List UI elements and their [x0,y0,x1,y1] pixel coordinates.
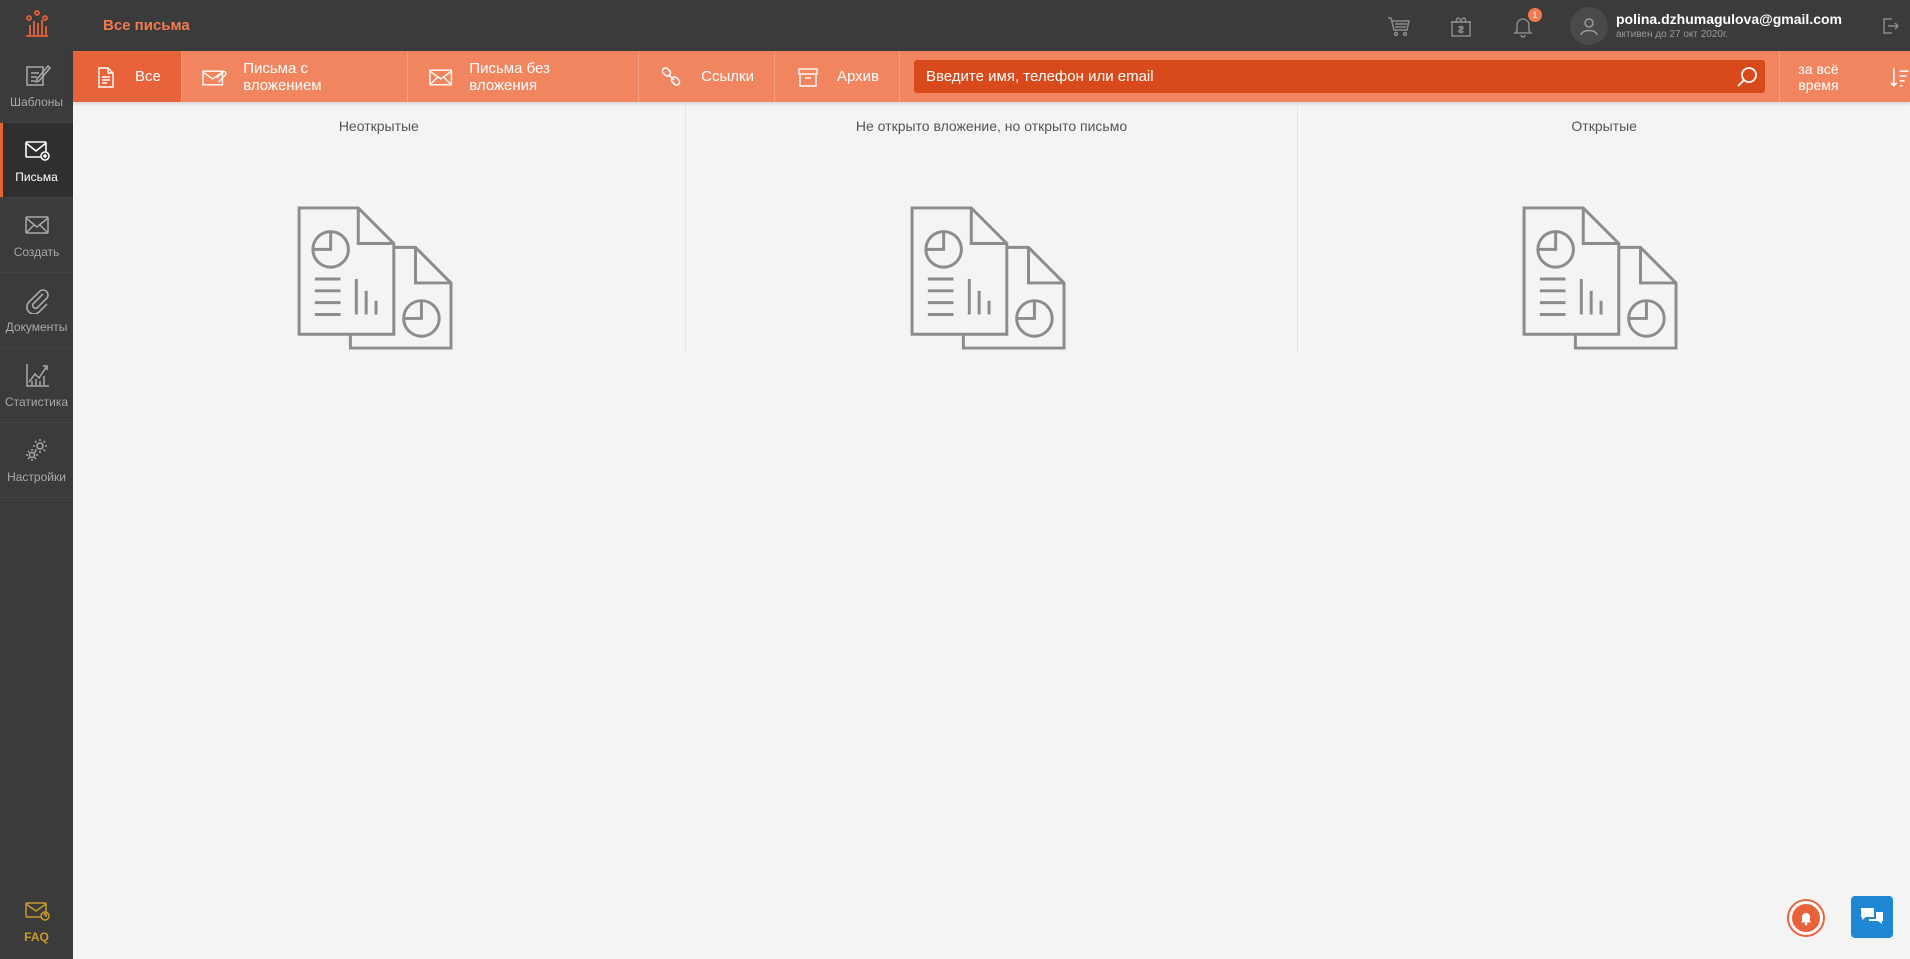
search-input[interactable] [925,68,1730,85]
cart-button[interactable] [1368,0,1430,51]
tab-with-attachment[interactable]: Письма с вложением [182,51,408,102]
logout-button[interactable] [1870,0,1910,51]
edit-template-icon [25,64,51,86]
gear-icon [25,439,47,461]
search-box [913,60,1766,93]
filter-bar: Все Письма с вложением Письма без вложен… [73,51,1910,102]
chat-icon [1861,908,1883,924]
mail-attachment-icon [202,69,227,85]
tab-links[interactable]: Ссылки [639,51,775,102]
link-icon [661,66,681,86]
letter-status-columns: Неоткрытые Не открыто вложение, но откры… [73,102,1910,352]
period-label: за всё время [1798,60,1839,93]
sidebar: Шаблоны Письма Создать Документы Статист… [0,0,73,959]
avatar[interactable] [1569,6,1608,45]
bell-icon [1801,913,1811,926]
tab-without-attachment[interactable]: Письма без вложения [408,51,640,102]
page-title: Все письма [103,17,190,34]
sidebar-item-statistics[interactable]: Статистика [0,348,73,423]
tab-archive[interactable]: Архив [775,51,900,102]
envelope-icon [24,216,49,234]
sidebar-item-label: Документы [5,320,68,334]
tab-label: Письма с вложением [243,59,322,94]
cart-icon [1387,16,1410,36]
envelope-icon [429,68,453,85]
user-info[interactable]: polina.dzhumagulova@gmail.com активен до… [1616,11,1842,40]
sidebar-item-label: Создать [13,245,60,259]
user-email: polina.dzhumagulova@gmail.com [1615,11,1842,27]
push-notification-button[interactable] [1789,901,1823,935]
faq-label: FAQ [24,930,49,944]
document-icon [98,66,114,88]
column-opened-letter: Не открыто вложение, но открыто письмо [686,102,1299,352]
sidebar-item-label: Письма [15,170,58,184]
sidebar-item-settings[interactable]: Настройки [0,423,73,498]
gift-icon [1450,16,1471,37]
mail-icon [24,141,50,161]
sidebar-item-label: Настройки [7,470,66,484]
sidebar-item-faq[interactable]: FAQ [0,884,73,959]
sidebar-item-label: Шаблоны [9,95,64,109]
user-icon [1580,17,1598,35]
notifications-button[interactable]: 1 [1492,0,1554,51]
chat-button[interactable] [1851,896,1893,938]
search-button[interactable] [1729,60,1765,93]
sidebar-item-templates[interactable]: Шаблоны [0,48,73,123]
search-icon [1737,66,1758,87]
column-title: Неоткрытые [338,118,419,134]
sidebar-item-create[interactable]: Создать [0,198,73,273]
faq-mail-icon [24,902,50,921]
tab-label: Письма без вложения [469,59,550,94]
sidebar-item-documents[interactable]: Документы [0,273,73,348]
tab-label: Ссылки [701,68,754,85]
logout-icon [1883,17,1900,34]
logo[interactable] [0,0,73,48]
top-bar: Все письма 1 polina.dzhumagulova@gmail.c… [73,0,1910,51]
paperclip-icon [25,289,49,314]
sidebar-item-letters[interactable]: Письма [0,123,73,198]
empty-documents-icon [1522,206,1678,350]
sort-icon [1889,67,1909,87]
period-sort-button[interactable]: за всё время [1779,51,1910,102]
column-title: Открытые [1571,118,1637,134]
user-status: активен до 27 окт 2020г. [1615,29,1729,40]
empty-documents-icon [910,206,1066,350]
chart-icon [25,364,49,387]
top-bar-actions: 1 polina.dzhumagulova@gmail.com активен … [1368,0,1910,51]
empty-documents-icon [297,206,453,350]
logo-icon [25,10,48,37]
gift-button[interactable] [1430,0,1492,51]
tab-label: Все [135,68,161,85]
column-title: Не открыто вложение, но открыто письмо [855,118,1128,134]
archive-icon [798,67,818,87]
column-unopened: Неоткрытые [73,102,686,352]
notification-badge: 1 [1527,8,1542,22]
column-opened: Открытые [1298,102,1910,352]
sidebar-item-label: Статистика [4,395,69,409]
tab-all[interactable]: Все [73,51,182,102]
tab-label: Архив [836,68,879,85]
